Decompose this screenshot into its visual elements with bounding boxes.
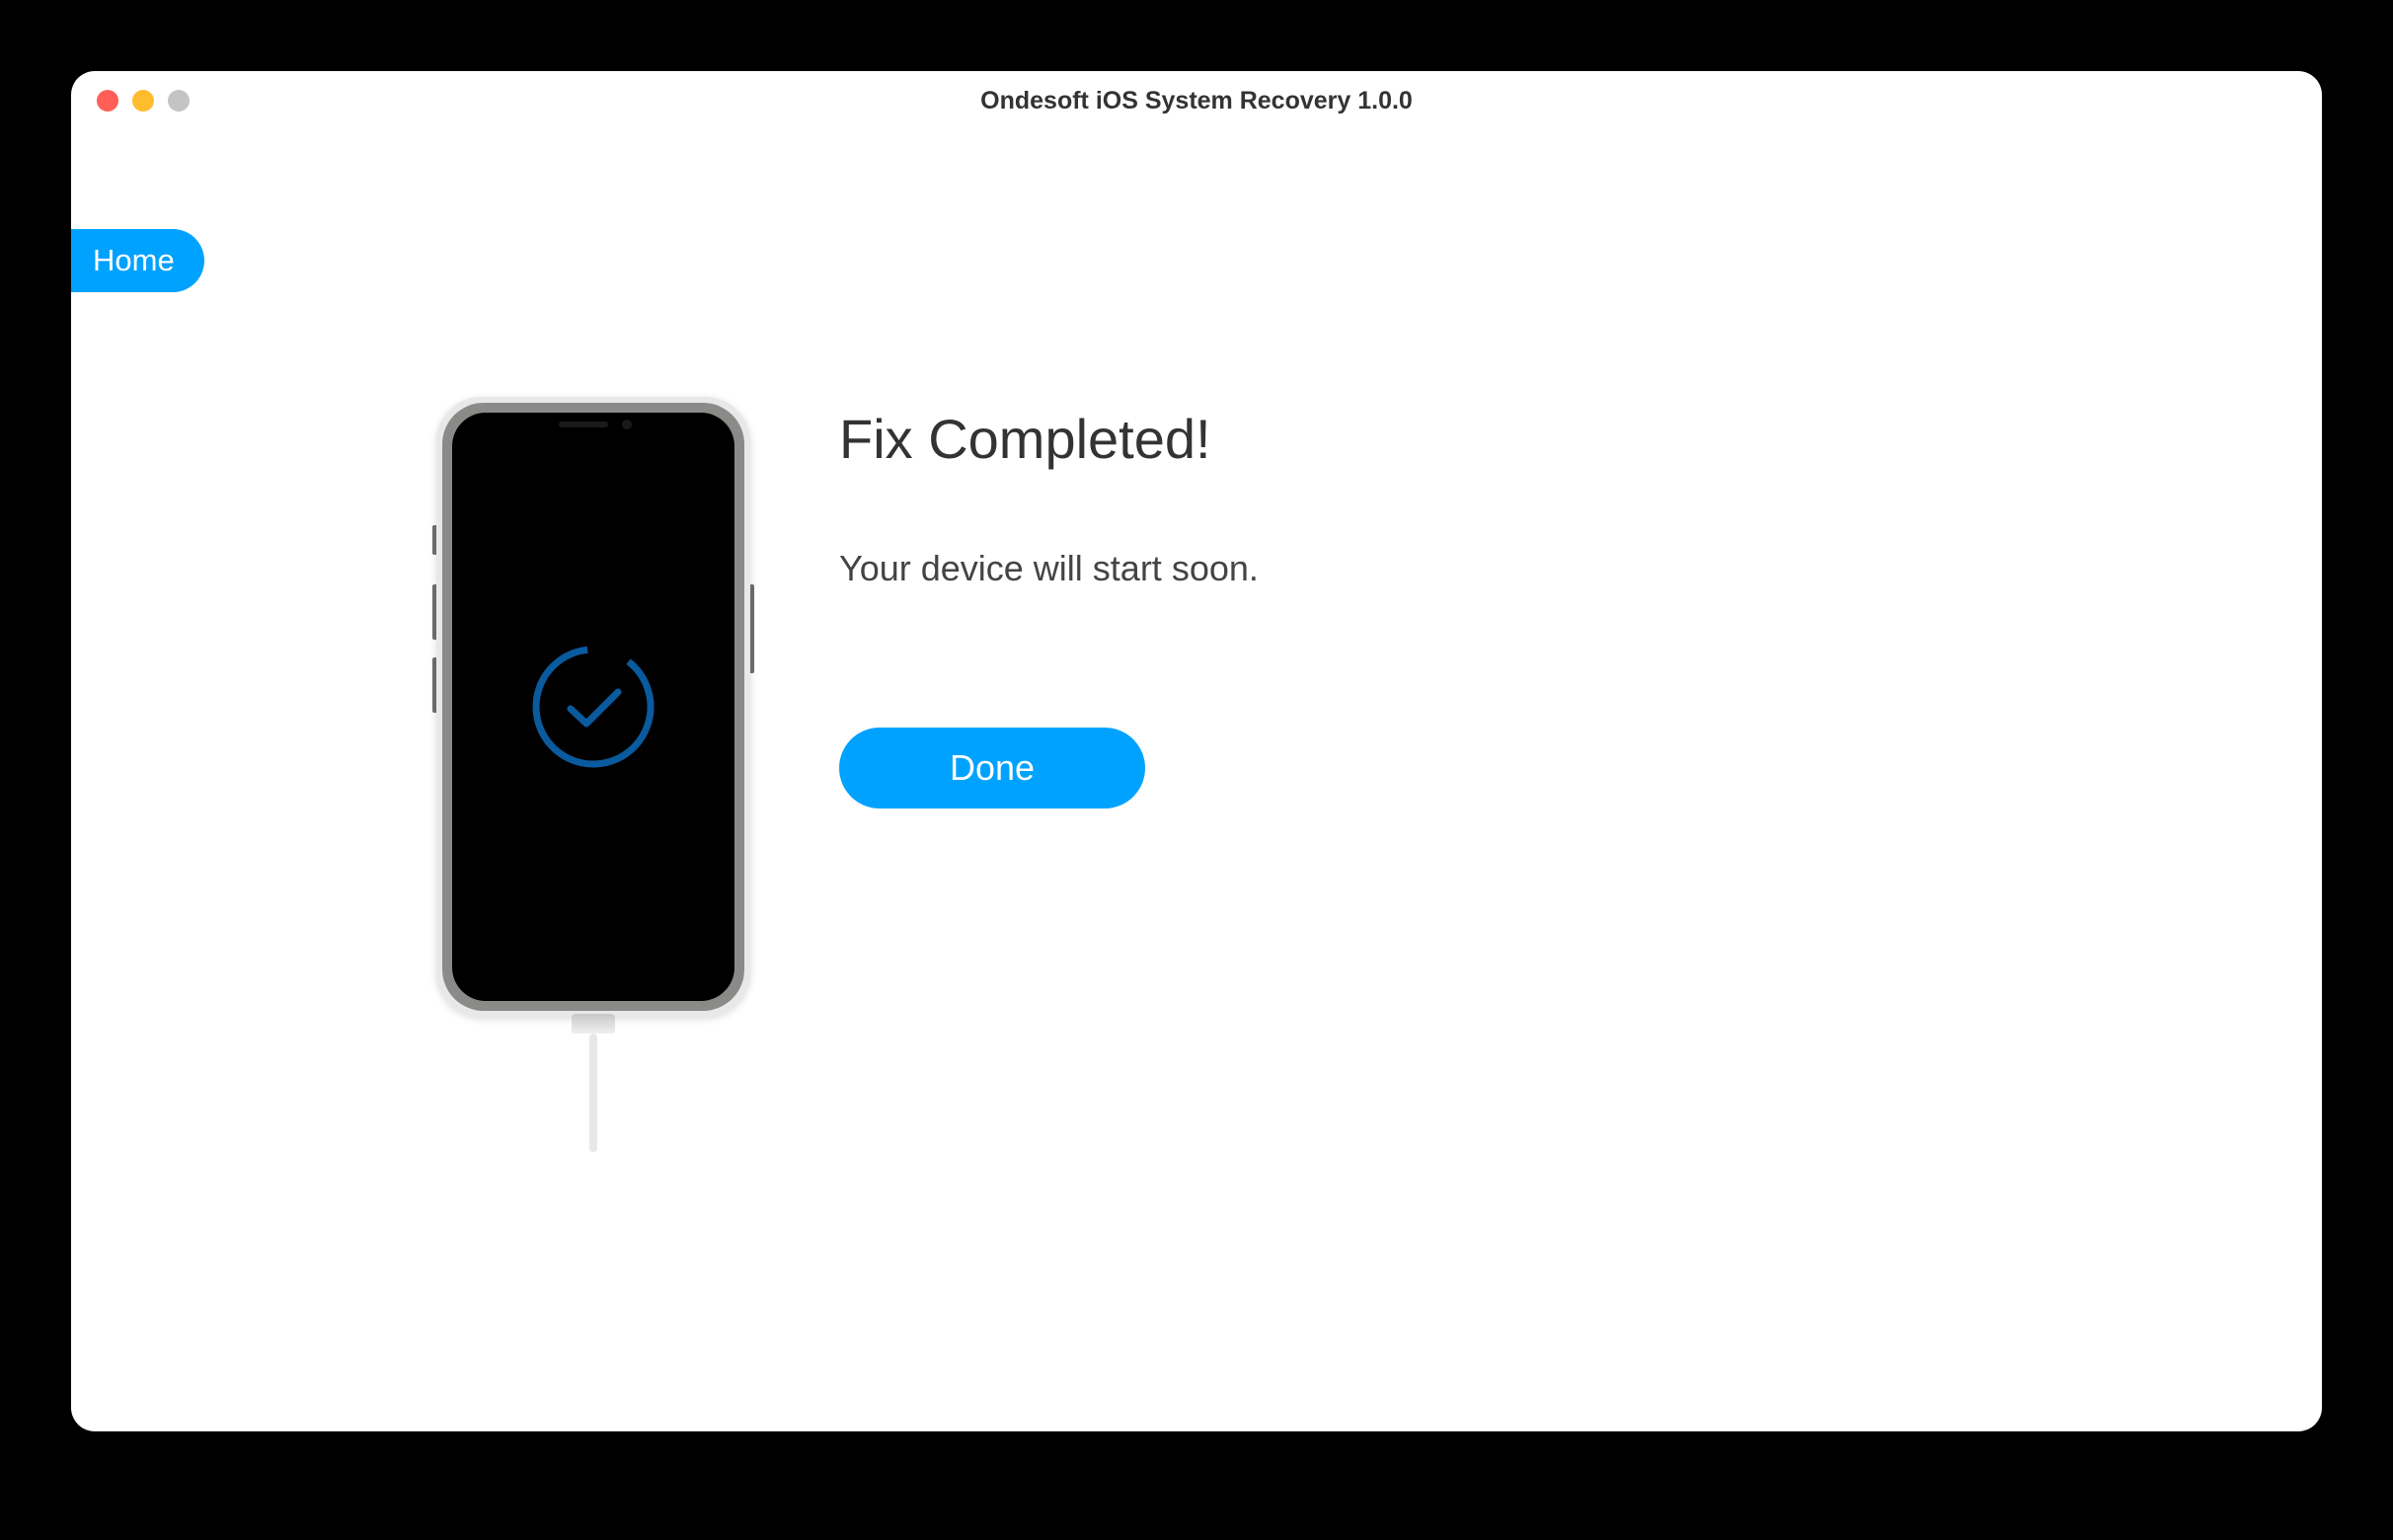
done-button[interactable]: Done [839, 728, 1145, 808]
cable-illustration [572, 1014, 615, 1034]
window-title: Ondesoft iOS System Recovery 1.0.0 [71, 87, 2322, 116]
phone-illustration-column [436, 397, 750, 1034]
phone-illustration [436, 397, 750, 1017]
maximize-window-button[interactable] [168, 90, 190, 112]
status-heading: Fix Completed! [839, 407, 1259, 471]
app-window: Ondesoft iOS System Recovery 1.0.0 Home [71, 71, 2322, 1431]
traffic-lights [71, 90, 190, 112]
text-column: Fix Completed! Your device will start so… [839, 397, 1259, 1034]
home-button[interactable]: Home [71, 229, 204, 292]
status-subtext: Your device will start soon. [839, 548, 1259, 589]
minimize-window-button[interactable] [132, 90, 154, 112]
checkmark-icon [529, 643, 657, 771]
content-area: Fix Completed! Your device will start so… [71, 130, 2322, 1034]
close-window-button[interactable] [97, 90, 118, 112]
titlebar: Ondesoft iOS System Recovery 1.0.0 [71, 71, 2322, 130]
